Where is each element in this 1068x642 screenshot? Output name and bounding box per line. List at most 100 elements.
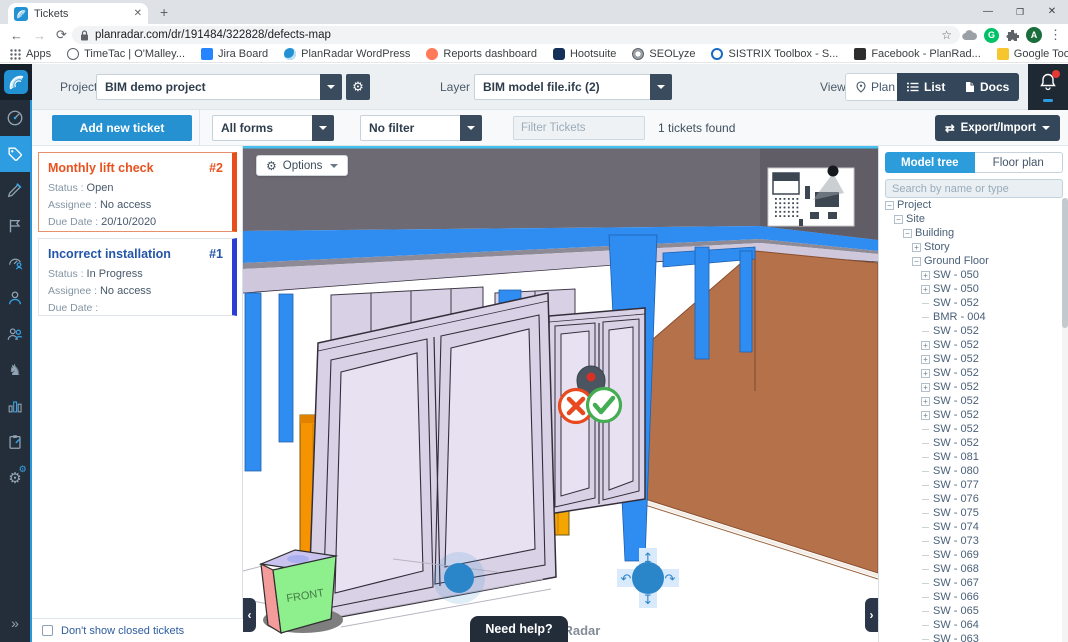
expand-toggle[interactable]: + xyxy=(921,383,930,392)
tree-item[interactable]: SW - 052 xyxy=(881,436,1061,450)
bookmark-jira[interactable]: Jira Board xyxy=(201,48,268,60)
forms-select-arrow[interactable] xyxy=(312,115,334,141)
model-search-input[interactable] xyxy=(885,179,1063,198)
filter-select[interactable]: No filter xyxy=(360,115,460,141)
orientation-cube[interactable]: FRONT xyxy=(261,550,343,633)
sidebar-item-tickets[interactable] xyxy=(0,136,30,172)
tree-item[interactable]: −Building xyxy=(881,226,1061,240)
tab-floor-plan[interactable]: Floor plan xyxy=(975,152,1064,173)
bookmark-star-icon[interactable]: ☆ xyxy=(941,28,952,42)
expand-toggle[interactable]: + xyxy=(921,341,930,350)
tree-item[interactable]: SW - 069 xyxy=(881,548,1061,562)
tree-scrollbar-thumb[interactable] xyxy=(1062,198,1068,328)
expand-toggle[interactable]: + xyxy=(921,271,930,280)
forward-icon[interactable]: → xyxy=(33,28,46,43)
bookmark-planradar-wp[interactable]: PlanRadar WordPress xyxy=(284,48,410,60)
tree-item[interactable]: BMR - 004 xyxy=(881,310,1061,324)
tree-item[interactable]: −Project xyxy=(881,198,1061,212)
collapse-toggle[interactable]: − xyxy=(903,229,912,238)
profile-avatar[interactable]: A xyxy=(1026,27,1042,43)
notifications-button[interactable] xyxy=(1028,64,1068,110)
collapse-left-panel-button[interactable]: ‹ xyxy=(243,598,256,632)
tree-item[interactable]: SW - 052 xyxy=(881,324,1061,338)
collapse-toggle[interactable]: − xyxy=(912,257,921,266)
sidebar-expand-button[interactable]: » xyxy=(0,608,30,638)
bookmark-timetac[interactable]: TimeTac | O'Malley... xyxy=(67,48,185,60)
tree-item[interactable]: SW - 064 xyxy=(881,618,1061,632)
layer-select-arrow[interactable] xyxy=(650,74,672,100)
extension-cloud-icon[interactable] xyxy=(962,30,977,41)
collapse-right-panel-button[interactable]: › xyxy=(865,598,878,632)
address-bar[interactable]: planradar.com/dr/191484/322828/defects-m… xyxy=(72,26,960,44)
tree-item[interactable]: +SW - 052 xyxy=(881,394,1061,408)
layer-select[interactable]: BIM model file.ifc (2) xyxy=(474,74,650,100)
tree-item[interactable]: SW - 073 xyxy=(881,534,1061,548)
sidebar-item-profile[interactable] xyxy=(0,280,30,316)
sidebar-item-statistics[interactable] xyxy=(0,388,30,424)
walk-joystick[interactable] xyxy=(433,552,485,604)
expand-toggle[interactable]: + xyxy=(921,411,930,420)
tree-item[interactable]: +SW - 050 xyxy=(881,282,1061,296)
tree-item[interactable]: SW - 080 xyxy=(881,464,1061,478)
viewer-options-button[interactable]: ⚙ Options xyxy=(256,155,348,176)
collapse-toggle[interactable]: − xyxy=(894,215,903,224)
tree-item[interactable]: +SW - 050 xyxy=(881,268,1061,282)
window-minimize-button[interactable]: — xyxy=(972,0,1004,24)
tree-item[interactable]: −Ground Floor xyxy=(881,254,1061,268)
export-import-button[interactable]: ⇄ Export/Import xyxy=(935,115,1060,141)
tree-item[interactable]: +SW - 052 xyxy=(881,408,1061,422)
bookmark-facebook[interactable]: Facebook - PlanRad... xyxy=(854,48,980,60)
viewer-minimap[interactable] xyxy=(768,166,854,227)
tree-item[interactable]: SW - 075 xyxy=(881,506,1061,520)
view-docs-button[interactable]: Docs xyxy=(955,73,1019,101)
sidebar-item-reports[interactable] xyxy=(0,208,30,244)
planradar-logo[interactable] xyxy=(0,64,32,100)
window-close-button[interactable]: ✕ xyxy=(1036,0,1068,24)
tree-item[interactable]: SW - 068 xyxy=(881,562,1061,576)
expand-toggle[interactable]: + xyxy=(912,243,921,252)
extensions-puzzle-icon[interactable] xyxy=(1006,29,1019,42)
browser-tab[interactable]: Tickets ✕ xyxy=(8,3,148,24)
back-icon[interactable]: ← xyxy=(10,28,23,43)
confirm-marker-button[interactable] xyxy=(588,389,621,422)
expand-toggle[interactable]: + xyxy=(921,397,930,406)
tree-item[interactable]: SW - 081 xyxy=(881,450,1061,464)
apps-shortcut[interactable]: Apps xyxy=(10,48,51,60)
tab-close-icon[interactable]: ✕ xyxy=(134,8,142,19)
tree-item[interactable]: +Story xyxy=(881,240,1061,254)
bim-viewer[interactable]: FRONT ↥ ↧ ↶ ↷ ⚙ Options ‹ › PlanRad xyxy=(243,146,878,642)
add-new-ticket-button[interactable]: Add new ticket xyxy=(52,115,192,141)
sidebar-item-plans[interactable] xyxy=(0,172,30,208)
browser-menu-icon[interactable]: ⋮ xyxy=(1049,27,1062,43)
filter-select-arrow[interactable] xyxy=(460,115,482,141)
tab-model-tree[interactable]: Model tree xyxy=(885,152,975,173)
tree-item[interactable]: SW - 063 xyxy=(881,632,1061,642)
forms-select[interactable]: All forms xyxy=(212,115,312,141)
collapse-toggle[interactable]: − xyxy=(885,201,894,210)
filter-tickets-input[interactable] xyxy=(513,116,645,140)
sidebar-item-settings[interactable]: ⚙⚙ xyxy=(0,460,30,496)
window-restore-button[interactable]: ❐ xyxy=(1004,0,1036,24)
ticket-card[interactable]: Incorrect installation #1 Status : In Pr… xyxy=(38,238,237,316)
sidebar-item-contacts[interactable] xyxy=(0,316,30,352)
ticket-card[interactable]: Monthly lift check #2 Status : Open Assi… xyxy=(38,152,237,232)
project-settings-button[interactable]: ⚙ xyxy=(346,74,370,100)
bookmark-sistrix[interactable]: SISTRIX Toolbox - S... xyxy=(711,48,838,60)
tree-item[interactable]: SW - 065 xyxy=(881,604,1061,618)
hide-closed-tickets-checkbox[interactable] xyxy=(42,625,53,636)
sidebar-item-activity[interactable] xyxy=(0,244,30,280)
tree-item[interactable]: +SW - 052 xyxy=(881,366,1061,380)
reload-icon[interactable]: ⟳ xyxy=(56,27,67,43)
new-tab-button[interactable]: + xyxy=(160,4,168,20)
bookmark-reports[interactable]: Reports dashboard xyxy=(426,48,537,60)
view-list-button[interactable]: List xyxy=(897,73,955,101)
bookmark-google-tools[interactable]: Google Tools xyxy=(997,48,1068,60)
sidebar-item-forms[interactable] xyxy=(0,424,30,460)
expand-toggle[interactable]: + xyxy=(921,369,930,378)
tree-item[interactable]: SW - 067 xyxy=(881,576,1061,590)
tree-item[interactable]: −Site xyxy=(881,212,1061,226)
sidebar-item-dashboard[interactable] xyxy=(0,100,30,136)
expand-toggle[interactable]: + xyxy=(921,355,930,364)
bim-3d-scene[interactable]: FRONT ↥ ↧ ↶ ↷ xyxy=(243,146,878,642)
project-select[interactable]: BIM demo project xyxy=(96,74,320,100)
